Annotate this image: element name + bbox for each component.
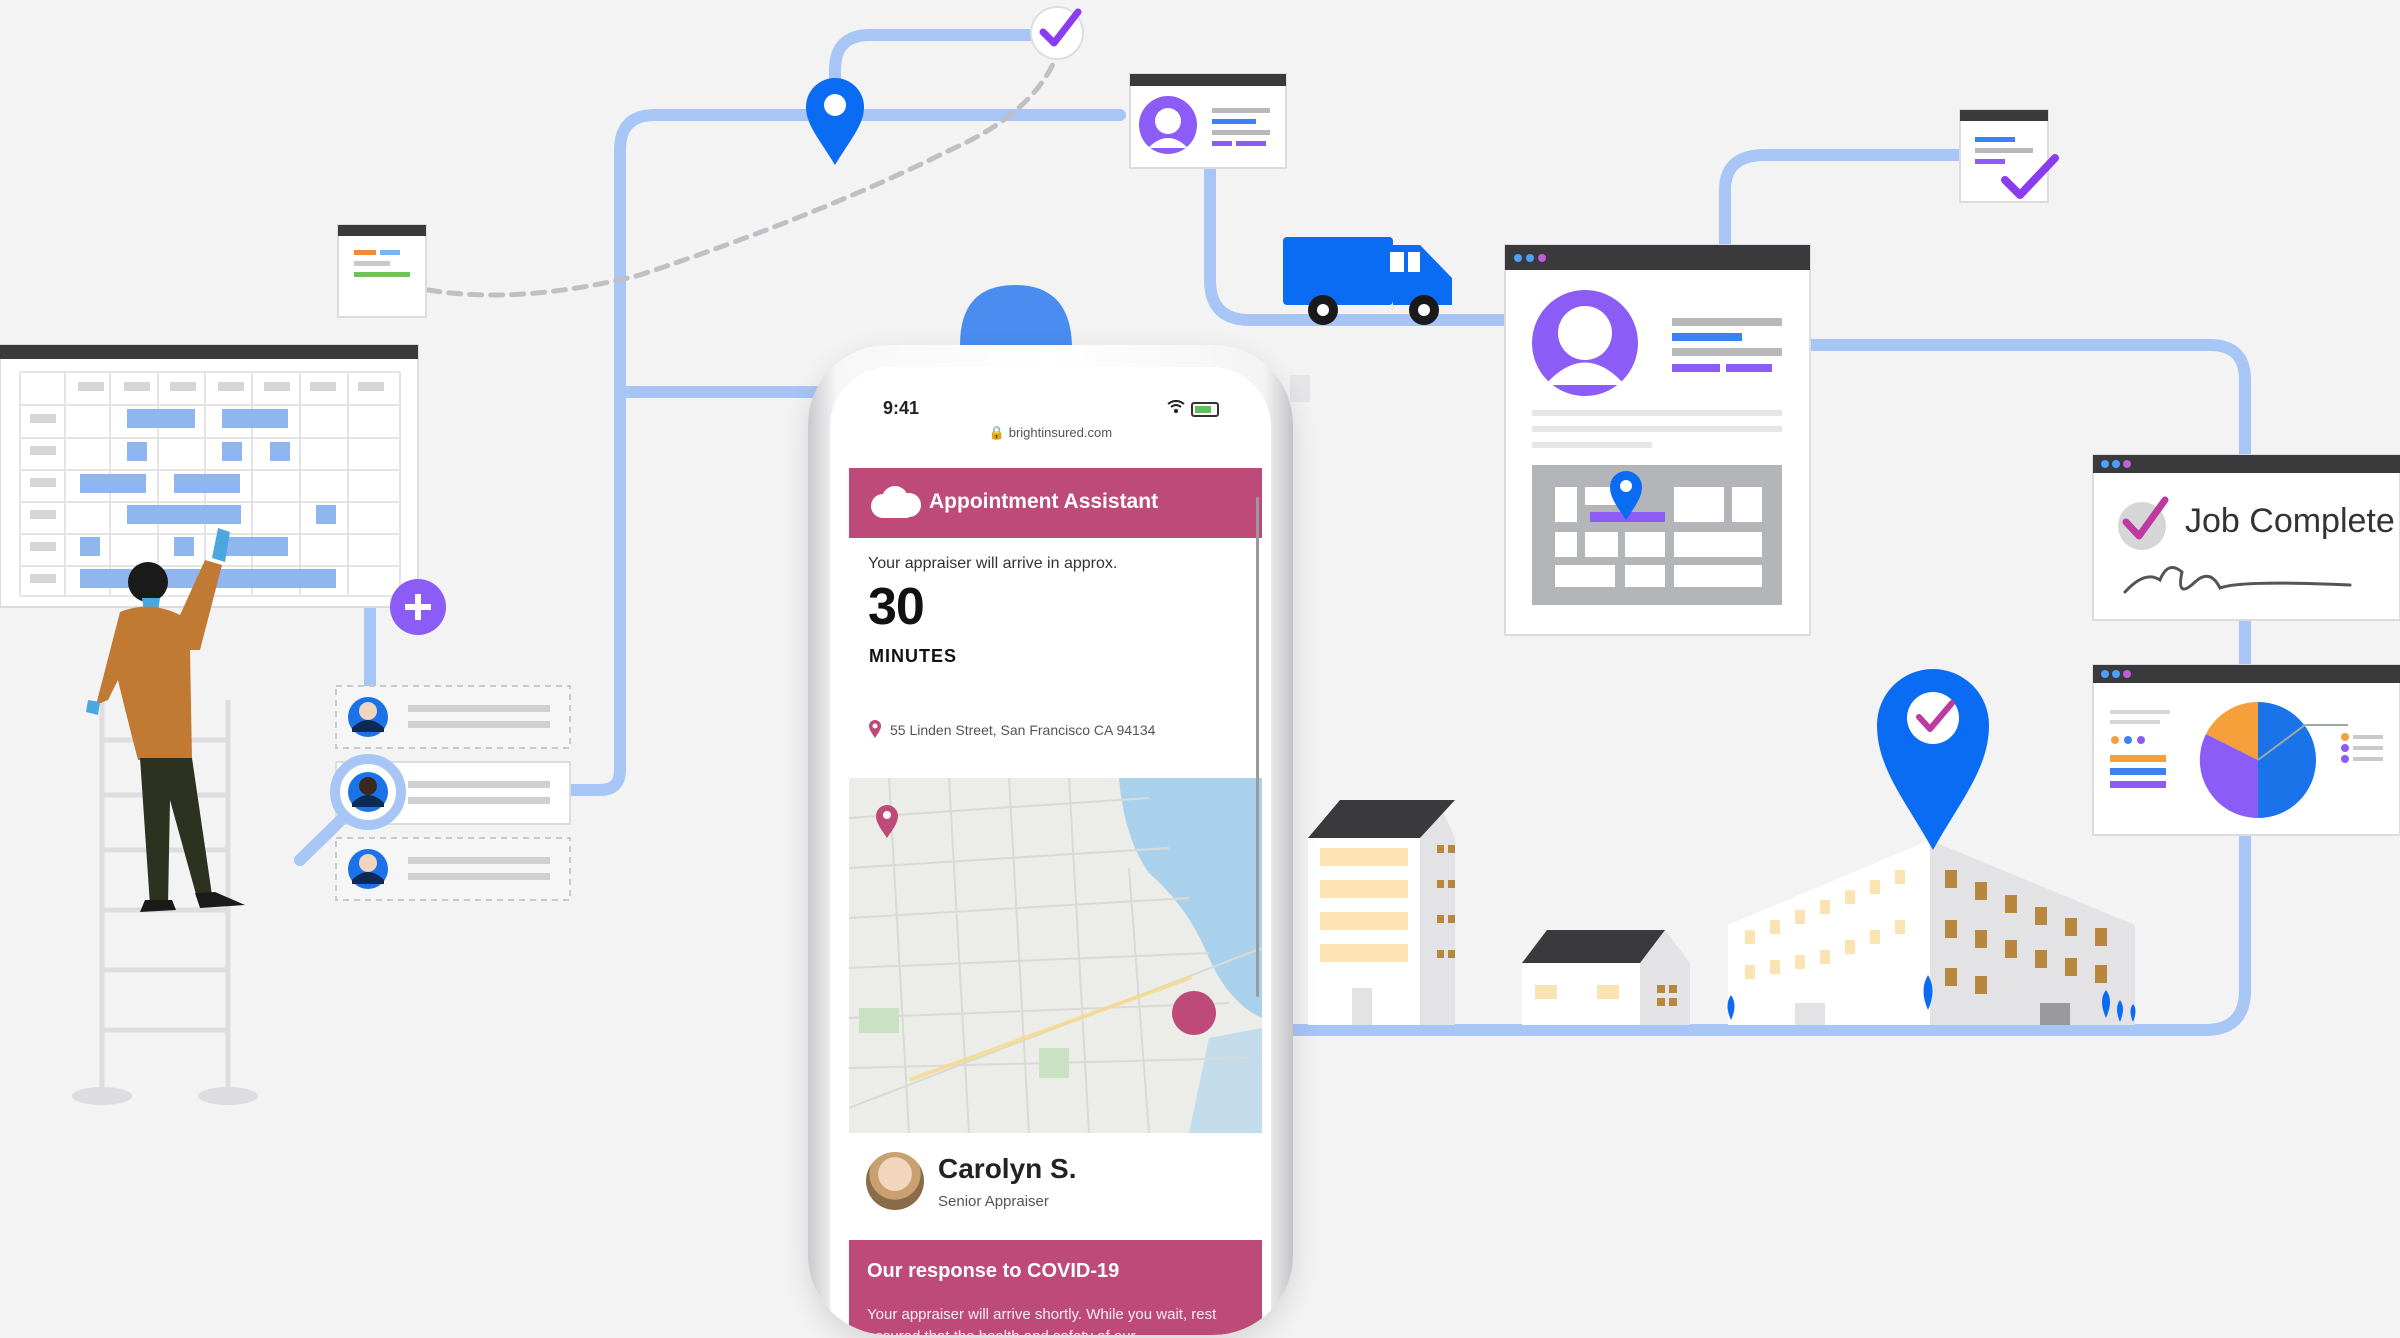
appraiser-role: Senior Appraiser: [938, 1193, 1049, 1210]
profile-map-card: [1504, 244, 1811, 636]
delivery-truck-icon: [1283, 237, 1452, 325]
avatar: [866, 1152, 924, 1210]
salesforce-cloud-icon: [871, 486, 921, 518]
appraiser-name: Carolyn S.: [938, 1153, 1077, 1184]
dashed-connections: [425, 57, 1058, 298]
map-pin-icon: [869, 720, 881, 738]
phone-screen: 9:41 🔒 brightinsured.com Appointment Ass…: [830, 367, 1271, 1335]
job-complete-label: Job Complete: [2185, 502, 2395, 540]
illustration-stage: 9:41 🔒 brightinsured.com Appointment Ass…: [0, 0, 2400, 1338]
covid-title: Our response to COVID-19: [867, 1260, 1120, 1282]
covid-text: Your appraiser will arrive shortly. Whil…: [867, 1306, 1217, 1335]
person-icon: [348, 849, 388, 889]
phone-mockup: 9:41 🔒 brightinsured.com Appointment Ass…: [808, 345, 1293, 1335]
status-time: 9:41: [883, 398, 920, 418]
minutes-label: MINUTES: [869, 646, 957, 666]
battery-icon: [1191, 401, 1219, 417]
map-view[interactable]: [849, 778, 1262, 1133]
scrollbar[interactable]: [1256, 497, 1259, 997]
app-header: Appointment Assistant: [849, 468, 1262, 538]
map-pin-icon: [1877, 669, 1989, 850]
destination-marker: [1172, 991, 1216, 1035]
address-text: 55 Linden Street, San Francisco CA 94134: [890, 722, 1156, 738]
person-icon: [348, 772, 388, 812]
people-list: [335, 685, 571, 901]
small-card-left: [337, 224, 427, 318]
map-pin-icon: [806, 78, 864, 165]
url-bar[interactable]: 🔒 brightinsured.com: [830, 425, 1271, 441]
arrival-text: Your appraiser will arrive in approx.: [868, 555, 1118, 572]
app-title: Appointment Assistant: [929, 490, 1159, 513]
small-card-right: [1959, 109, 2059, 203]
checkmark-icon: [1030, 6, 1084, 60]
helmet-shape: [960, 285, 1072, 345]
plus-icon: [390, 579, 446, 635]
status-icons: [1167, 400, 1219, 417]
minutes-value: 30: [868, 578, 925, 636]
pie-chart-card: [2092, 664, 2400, 836]
covid-banner: Our response to COVID-19 Your appraiser …: [849, 1240, 1262, 1335]
wifi-icon: [1167, 400, 1191, 416]
buildings: [1308, 800, 2136, 1025]
person-icon: [348, 697, 388, 737]
profile-card-top: [1129, 73, 1287, 169]
